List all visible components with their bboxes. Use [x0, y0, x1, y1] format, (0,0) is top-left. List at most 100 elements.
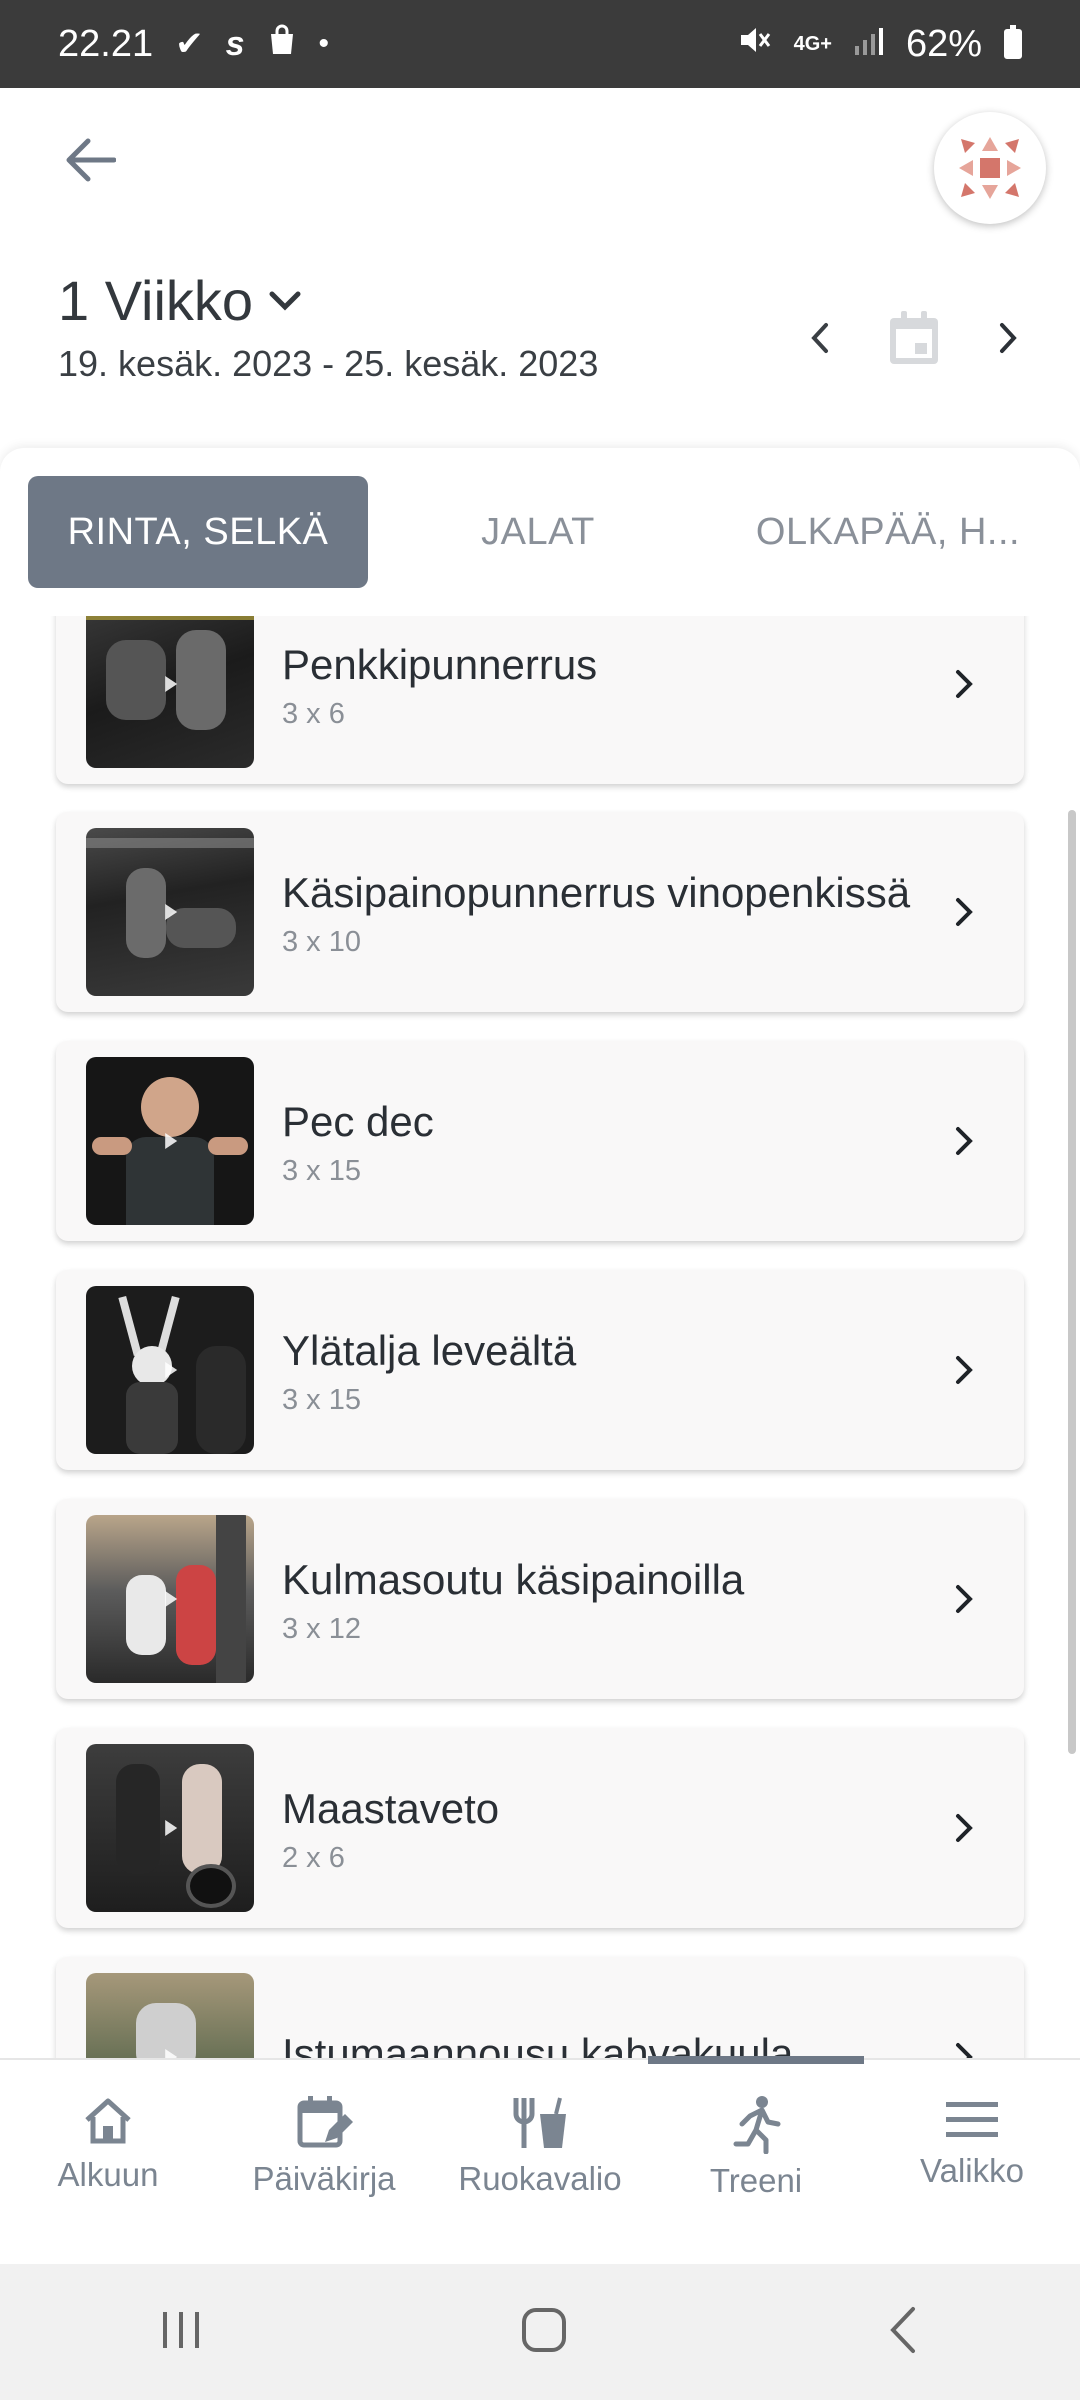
exercise-text: Ylätalja leveältä 3 x 15: [282, 1324, 934, 1417]
nav-item-treeni[interactable]: Treeni: [648, 2056, 864, 2264]
list-scrollbar[interactable]: [1068, 810, 1076, 1754]
back-button[interactable]: [58, 128, 122, 192]
exercise-text: Käsipainopunnerrus vinopenkissä 3 x 10: [282, 866, 934, 959]
chevron-right-icon: [934, 1569, 994, 1629]
exercise-name: Pec dec: [282, 1097, 434, 1145]
workout-panel: RINTA, SELKÄ JALAT OLKAPÄÄ, H... Penkkip…: [0, 448, 1080, 2058]
app-s-icon: s: [225, 24, 245, 63]
exercise-text: Istumaannousu kahvakuula: [282, 2027, 934, 2058]
brand-logo-button[interactable]: [934, 112, 1046, 224]
chevron-down-icon: [269, 291, 301, 311]
chevron-right-icon: [934, 1111, 994, 1171]
exercise-item[interactable]: Ylätalja leveältä 3 x 15: [56, 1270, 1024, 1470]
exercise-item[interactable]: Pec dec 3 x 15: [56, 1041, 1024, 1241]
nav-label: Treeni: [709, 2162, 803, 2199]
exercise-item[interactable]: Käsipainopunnerrus vinopenkissä 3 x 10: [56, 812, 1024, 1012]
exercise-name: Penkkipunnerrus: [282, 640, 598, 688]
brand-logo-icon: [959, 137, 1021, 199]
nav-label: Ruokavalio: [458, 2160, 622, 2197]
exercise-name: Istumaannousu kahvakuula: [282, 2030, 794, 2058]
network-label: 4G+: [793, 33, 832, 55]
exercise-sets: 3 x 15: [282, 1154, 361, 1187]
next-week-button[interactable]: [978, 308, 1038, 368]
exercise-sets: 3 x 6: [282, 697, 345, 730]
exercise-sets: 3 x 10: [282, 925, 361, 958]
shopping-bag-icon: [267, 23, 297, 66]
chevron-right-icon: [934, 1798, 994, 1858]
chevron-right-icon: [1000, 323, 1017, 353]
chevron-right-icon: [934, 654, 994, 714]
previous-week-button[interactable]: [790, 308, 850, 368]
play-icon: [165, 904, 178, 920]
play-icon: [165, 2049, 178, 2058]
calendar-icon: [890, 311, 938, 364]
system-navigation-bar: [0, 2264, 1080, 2400]
system-back-icon: [890, 2306, 915, 2353]
calendar-button[interactable]: [884, 308, 944, 368]
status-time: 22.21: [58, 22, 154, 65]
chevron-right-icon: [934, 2027, 994, 2058]
nav-item-paivakirja[interactable]: Päiväkirja: [216, 2060, 432, 2264]
exercise-name: Käsipainopunnerrus vinopenkissä: [282, 868, 911, 916]
tab-jalat[interactable]: JALAT: [368, 476, 708, 588]
menu-icon: [946, 2102, 998, 2137]
status-bar: 22.21 ✔ s • 4G+ 62%: [0, 0, 1080, 88]
battery-icon: [1004, 25, 1022, 59]
back-arrow-icon: [66, 138, 116, 182]
play-icon: [165, 1591, 178, 1607]
top-bar: [0, 88, 1080, 238]
calendar-edit-icon: [297, 2096, 353, 2148]
nav-label: Alkuun: [57, 2156, 159, 2193]
home-button[interactable]: [519, 2305, 569, 2360]
play-icon: [165, 676, 178, 692]
exercise-item[interactable]: Maastaveto 2 x 6: [56, 1728, 1024, 1928]
exercise-thumbnail: [86, 616, 254, 768]
exercise-item[interactable]: Penkkipunnerrus 3 x 6: [56, 616, 1024, 784]
play-icon: [165, 1362, 178, 1378]
exercise-sets: 3 x 15: [282, 1383, 361, 1416]
running-icon: [733, 2096, 781, 2154]
exercise-name: Kulmasoutu käsipainoilla: [282, 1555, 745, 1603]
battery-label: 62%: [905, 22, 982, 65]
signal-icon: [854, 23, 884, 66]
status-right: 4G+ 62%: [738, 23, 1022, 66]
nav-label: Päiväkirja: [252, 2160, 396, 2197]
week-header: 1 Viikko 19. kesäk. 2023 - 25. kesäk. 20…: [58, 268, 1038, 408]
exercise-list[interactable]: Penkkipunnerrus 3 x 6 Käsipainopunnerrus…: [0, 616, 1080, 2058]
check-icon: ✔: [175, 25, 204, 63]
workout-tabs: RINTA, SELKÄ JALAT OLKAPÄÄ, H...: [28, 476, 1080, 588]
mute-icon: [738, 23, 772, 66]
chevron-right-icon: [934, 882, 994, 942]
exercise-thumbnail: [86, 828, 254, 996]
exercise-thumbnail: [86, 1744, 254, 1912]
recent-apps-button[interactable]: [157, 2306, 205, 2359]
nav-item-alkuun[interactable]: Alkuun: [0, 2060, 216, 2264]
dot-icon: •: [318, 27, 330, 60]
exercise-text: Maastaveto 2 x 6: [282, 1782, 934, 1875]
exercise-name: Maastaveto: [282, 1784, 500, 1832]
exercise-item[interactable]: Kulmasoutu käsipainoilla 3 x 12: [56, 1499, 1024, 1699]
nav-item-ruokavalio[interactable]: Ruokavalio: [432, 2060, 648, 2264]
exercise-thumbnail: [86, 1973, 254, 2058]
exercise-sets: 2 x 6: [282, 1841, 345, 1874]
exercise-name: Ylätalja leveältä: [282, 1326, 577, 1374]
status-left: 22.21 ✔ s •: [58, 23, 329, 66]
exercise-thumbnail: [86, 1286, 254, 1454]
food-icon: [513, 2097, 566, 2148]
exercise-thumbnail: [86, 1515, 254, 1683]
nav-label: Valikko: [920, 2152, 1024, 2189]
recent-apps-icon: [163, 2311, 199, 2348]
nav-item-valikko[interactable]: Valikko: [864, 2060, 1080, 2264]
exercise-item[interactable]: Istumaannousu kahvakuula: [56, 1957, 1024, 2058]
exercise-text: Pec dec 3 x 15: [282, 1095, 934, 1188]
exercise-text: Kulmasoutu käsipainoilla 3 x 12: [282, 1553, 934, 1646]
play-icon: [165, 1820, 178, 1836]
chevron-left-icon: [811, 323, 828, 353]
home-square-icon: [522, 2307, 566, 2352]
home-icon: [85, 2098, 131, 2144]
tab-olkapaa[interactable]: OLKAPÄÄ, H...: [708, 476, 1068, 588]
bottom-navigation: Alkuun Päiväkirja Ruokavalio Treeni Vali…: [0, 2056, 1080, 2264]
week-navigation: [790, 308, 1038, 368]
tab-rinta-selka[interactable]: RINTA, SELKÄ: [28, 476, 368, 588]
system-back-button[interactable]: [883, 2305, 923, 2360]
